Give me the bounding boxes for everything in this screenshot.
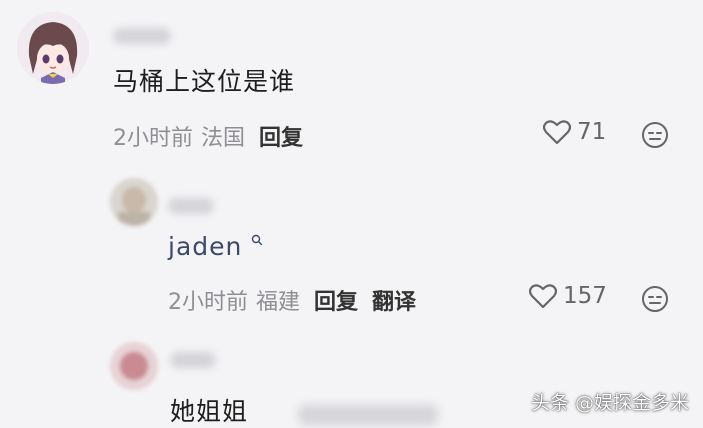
comment-text: 马桶上这位是谁 xyxy=(113,67,296,96)
comment-location: 法国 xyxy=(201,126,246,151)
translate-button[interactable]: 翻译 xyxy=(372,290,416,315)
reaction-button[interactable] xyxy=(641,121,669,153)
avatar[interactable] xyxy=(110,178,158,226)
username-blurred[interactable] xyxy=(113,28,171,44)
username-blurred[interactable] xyxy=(168,198,214,214)
anime-avatar-icon xyxy=(17,12,89,84)
watermark-blur xyxy=(298,405,438,425)
heart-icon xyxy=(529,284,557,309)
comment-time: 2小时前 xyxy=(168,290,248,315)
comment-location: 福建 xyxy=(256,290,301,315)
emoji-icon xyxy=(642,286,668,312)
comment-meta: 2小时前 法国 回复 xyxy=(113,120,303,152)
user-mention-link[interactable]: jaden xyxy=(168,232,242,261)
reply-button[interactable]: 回复 xyxy=(259,126,303,151)
emoji-icon xyxy=(642,122,668,148)
comment-item: 马桶上这位是谁 2小时前 法国 回复 71 xyxy=(0,0,703,170)
watermark: 头条 @娱探金多米 xyxy=(530,392,689,414)
search-icon[interactable] xyxy=(251,234,263,246)
username-blurred[interactable] xyxy=(170,352,216,368)
comment-text: jaden xyxy=(168,232,263,261)
like-button[interactable]: 157 xyxy=(529,283,607,309)
heart-icon xyxy=(543,120,571,145)
reply-button[interactable]: 回复 xyxy=(314,290,358,315)
reaction-button[interactable] xyxy=(641,285,669,317)
comment-meta: 2小时前 福建 回复 翻译 xyxy=(168,284,416,316)
like-count: 157 xyxy=(563,283,607,309)
comment-item: jaden 2小时前 福建 回复 翻译 157 xyxy=(0,170,703,330)
avatar[interactable] xyxy=(17,12,89,84)
comment-time: 2小时前 xyxy=(113,126,193,151)
like-count: 71 xyxy=(577,119,607,145)
blurred-avatar-icon xyxy=(110,178,158,226)
avatar[interactable] xyxy=(110,342,158,390)
blurred-avatar-icon xyxy=(110,342,158,390)
comment-text: 她姐姐 xyxy=(170,397,249,426)
like-button[interactable]: 71 xyxy=(543,119,606,145)
